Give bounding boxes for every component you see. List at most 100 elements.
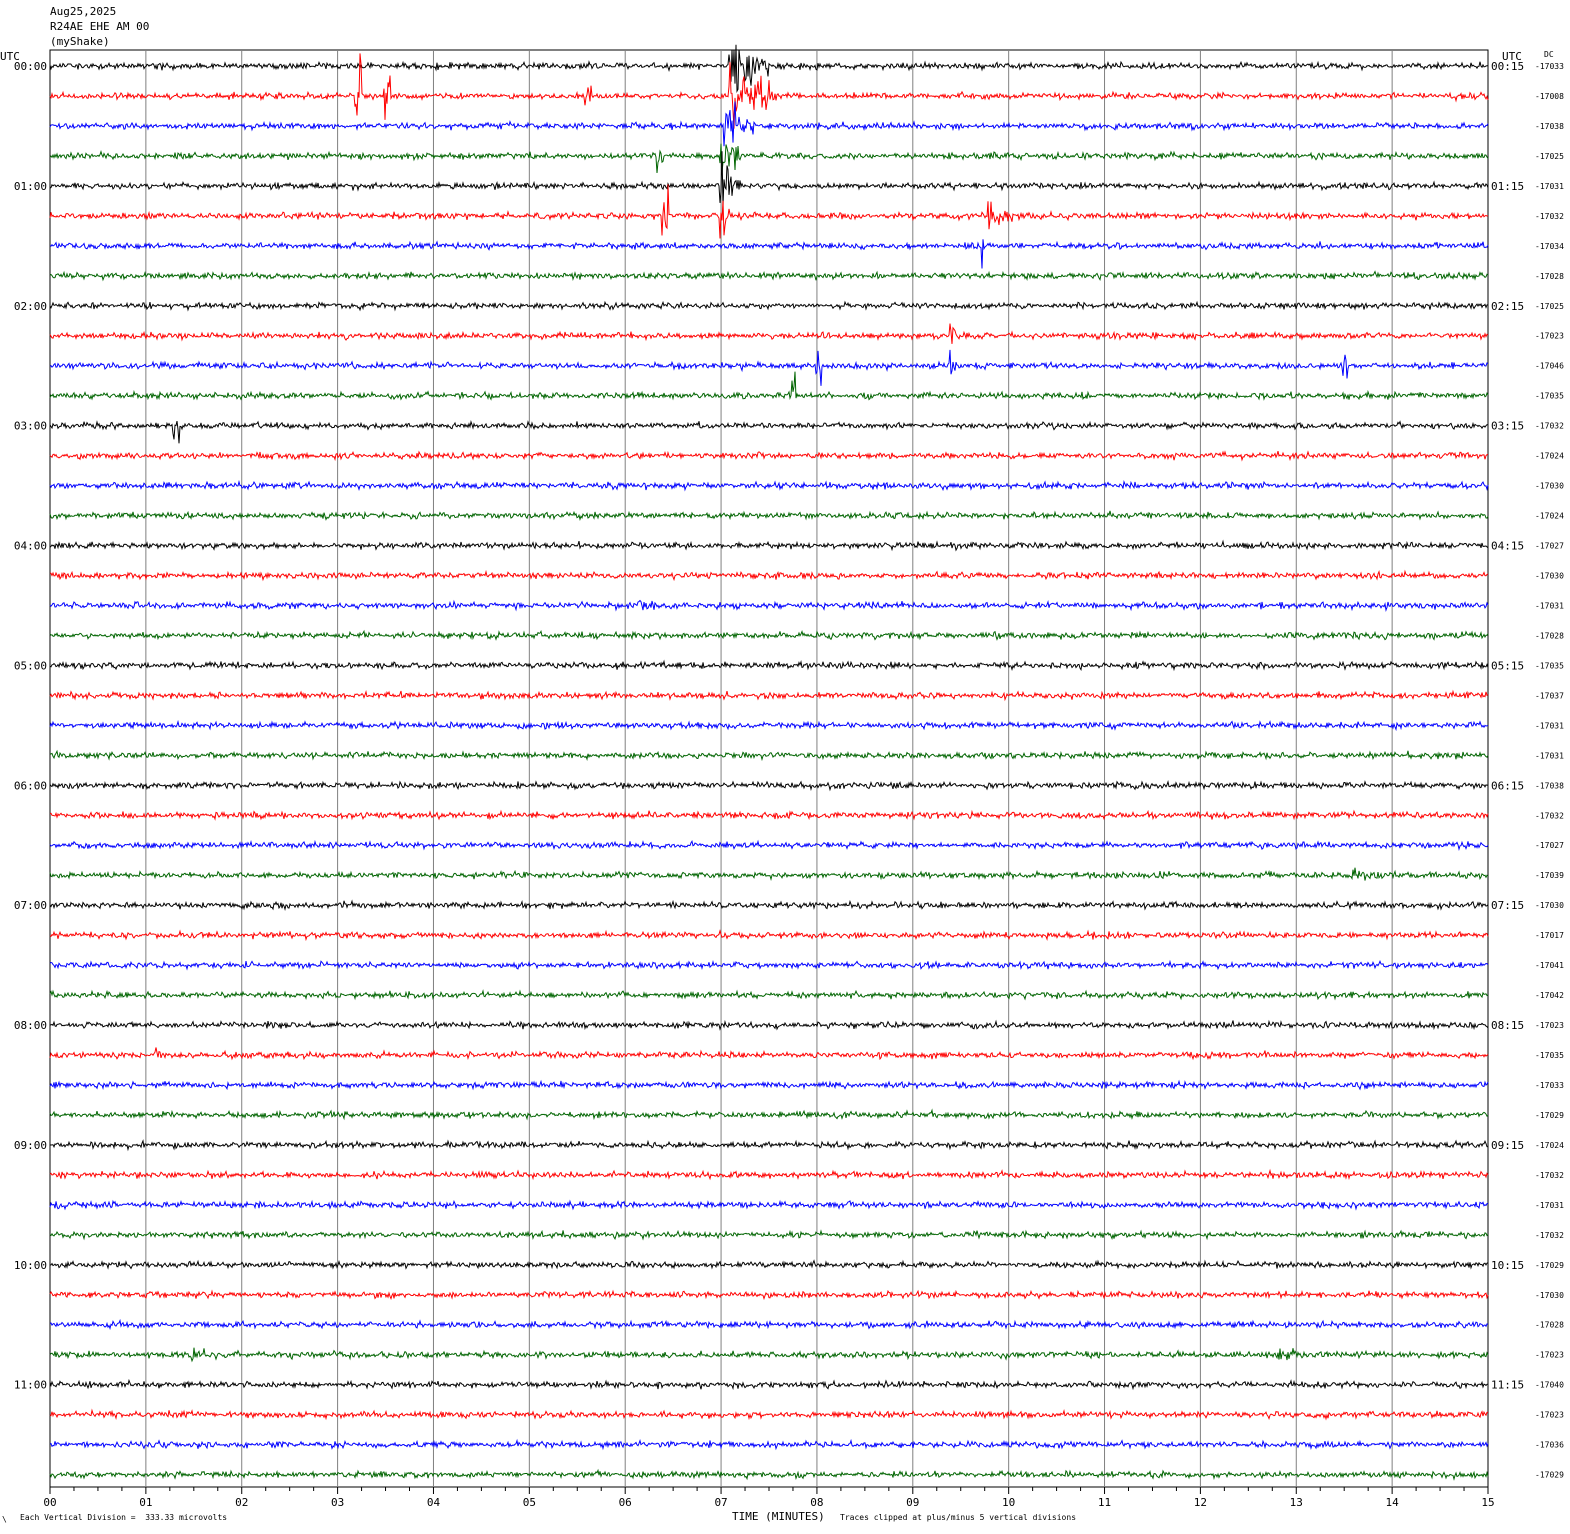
trace-row: [49, 300, 1489, 312]
left-hour-label: 07:00: [14, 899, 47, 912]
right-hour-label: 09:15: [1491, 1139, 1524, 1152]
dc-offset-label: -17024: [1535, 512, 1564, 521]
corner-mark: \: [2, 1515, 7, 1524]
trace-row: [49, 929, 1489, 942]
x-tick-label: 00: [43, 1496, 56, 1509]
left-hour-label: 04:00: [14, 540, 47, 553]
dc-offset-label: -17029: [1535, 1471, 1564, 1480]
trace-row: [49, 809, 1489, 821]
left-hour-label: 08:00: [14, 1019, 47, 1032]
trace-row: [49, 479, 1489, 492]
trace-row: [49, 989, 1489, 1001]
trace-row: [49, 1199, 1489, 1211]
right-hour-label: 10:15: [1491, 1259, 1524, 1272]
left-hour-label: 03:00: [14, 420, 47, 433]
x-tick-label: 06: [619, 1496, 632, 1509]
dc-offset-label: -17030: [1535, 1291, 1564, 1300]
right-hour-label: 07:15: [1491, 899, 1524, 912]
x-tick-label: 05: [523, 1496, 536, 1509]
dc-offset-label: -17030: [1535, 571, 1564, 580]
x-tick-label: 02: [235, 1496, 248, 1509]
dc-offset-label: -17032: [1535, 212, 1564, 221]
dc-offset-label: -17031: [1535, 1201, 1564, 1210]
dc-offset-label: -17029: [1535, 1261, 1564, 1270]
trace-row: [49, 1079, 1489, 1091]
dc-offset-label: -17037: [1535, 691, 1564, 700]
x-tick-label: 01: [139, 1496, 152, 1509]
right-hour-label: 08:15: [1491, 1019, 1524, 1032]
dc-offset-label: -17046: [1535, 362, 1564, 371]
x-tick-label: 07: [714, 1496, 727, 1509]
trace-row: [49, 239, 1489, 269]
right-hour-label: 00:15: [1491, 60, 1524, 73]
dc-offset-label: -17024: [1535, 452, 1564, 461]
trace-row: [49, 659, 1489, 672]
trace-row: [49, 899, 1489, 911]
x-tick-label: 11: [1098, 1496, 1111, 1509]
trace-row: [49, 749, 1489, 762]
trace-row: [49, 1047, 1489, 1061]
helicorder-plot: 00 01 02 03 04 05 06 07 08 09 10 11 12 13 14 15UTC UTC DC…: [0, 44, 1564, 1509]
dc-label: DC: [1544, 50, 1554, 59]
trace-row: [49, 839, 1489, 852]
dc-offset-label: -17027: [1535, 542, 1564, 551]
trace-row: [49, 420, 1489, 444]
dc-offset-label: -17030: [1535, 482, 1564, 491]
dc-offset-label: -17023: [1535, 1411, 1564, 1420]
x-tick-label: 03: [331, 1496, 344, 1509]
dc-offset-label: -17023: [1535, 1351, 1564, 1360]
dc-offset-label: -17024: [1535, 1141, 1564, 1150]
left-hour-label: 09:00: [14, 1139, 47, 1152]
dc-offset-label: -17034: [1535, 242, 1564, 251]
trace-row: [49, 1468, 1489, 1481]
dc-offset-label: -17033: [1535, 62, 1564, 71]
dc-offset-label: -17038: [1535, 781, 1564, 790]
trace-row: [49, 780, 1489, 792]
right-hour-label: 05:15: [1491, 659, 1524, 672]
right-hour-label: 04:15: [1491, 540, 1524, 553]
trace-row: [49, 1168, 1489, 1181]
trace-row: [49, 569, 1489, 582]
x-tick-label: 14: [1386, 1496, 1400, 1509]
dc-offset-label: -17025: [1535, 302, 1564, 311]
trace-row: [49, 450, 1489, 462]
trace-row: [49, 1229, 1489, 1241]
trace-row: [49, 510, 1489, 521]
x-tick-label: 10: [1002, 1496, 1015, 1509]
dc-offset-label: -17008: [1535, 92, 1564, 101]
x-axis-title: TIME (MINUTES): [732, 1510, 825, 1523]
dc-offset-label: -17035: [1535, 392, 1564, 401]
dc-offset-label: -17028: [1535, 1321, 1564, 1330]
dc-offset-label: -17038: [1535, 122, 1564, 131]
left-hour-label: 06:00: [14, 779, 47, 792]
dc-offset-label: -17039: [1535, 871, 1564, 880]
trace-row: [49, 867, 1489, 882]
trace-row: [49, 1318, 1489, 1331]
dc-offset-label: -17028: [1535, 272, 1564, 281]
dc-offset-label: -17032: [1535, 1231, 1564, 1240]
trace-row: [49, 719, 1488, 732]
x-tick-label: 08: [810, 1496, 823, 1509]
trace-row: [49, 270, 1489, 282]
dc-offset-label: -17035: [1535, 1051, 1564, 1060]
dc-offset-label: -17031: [1535, 721, 1564, 730]
trace-row: [49, 349, 1489, 386]
dc-offset-label: -17031: [1535, 601, 1564, 610]
left-hour-label: 02:00: [14, 300, 47, 313]
trace-row: [49, 371, 1489, 401]
x-tick-label: 15: [1481, 1496, 1494, 1509]
left-hour-label: 05:00: [14, 659, 47, 672]
left-hour-label: 00:00: [14, 60, 47, 73]
clip-note: Traces clipped at plus/minus 5 vertical …: [840, 1513, 1077, 1522]
trace-row: [49, 143, 1489, 174]
trace-row: [49, 1408, 1489, 1421]
dc-offset-label: -17040: [1535, 1381, 1564, 1390]
trace-row: [49, 539, 1489, 552]
dc-offset-label: -17032: [1535, 1171, 1564, 1180]
scale-note: Each Vertical Division = 333.33 microvol…: [20, 1513, 228, 1522]
left-hour-label: 10:00: [14, 1259, 47, 1272]
dc-offset-label: -17035: [1535, 661, 1564, 670]
trace-row: [49, 1347, 1489, 1363]
x-tick-label: 04: [427, 1496, 441, 1509]
dc-offset-label: -17023: [1535, 332, 1564, 341]
